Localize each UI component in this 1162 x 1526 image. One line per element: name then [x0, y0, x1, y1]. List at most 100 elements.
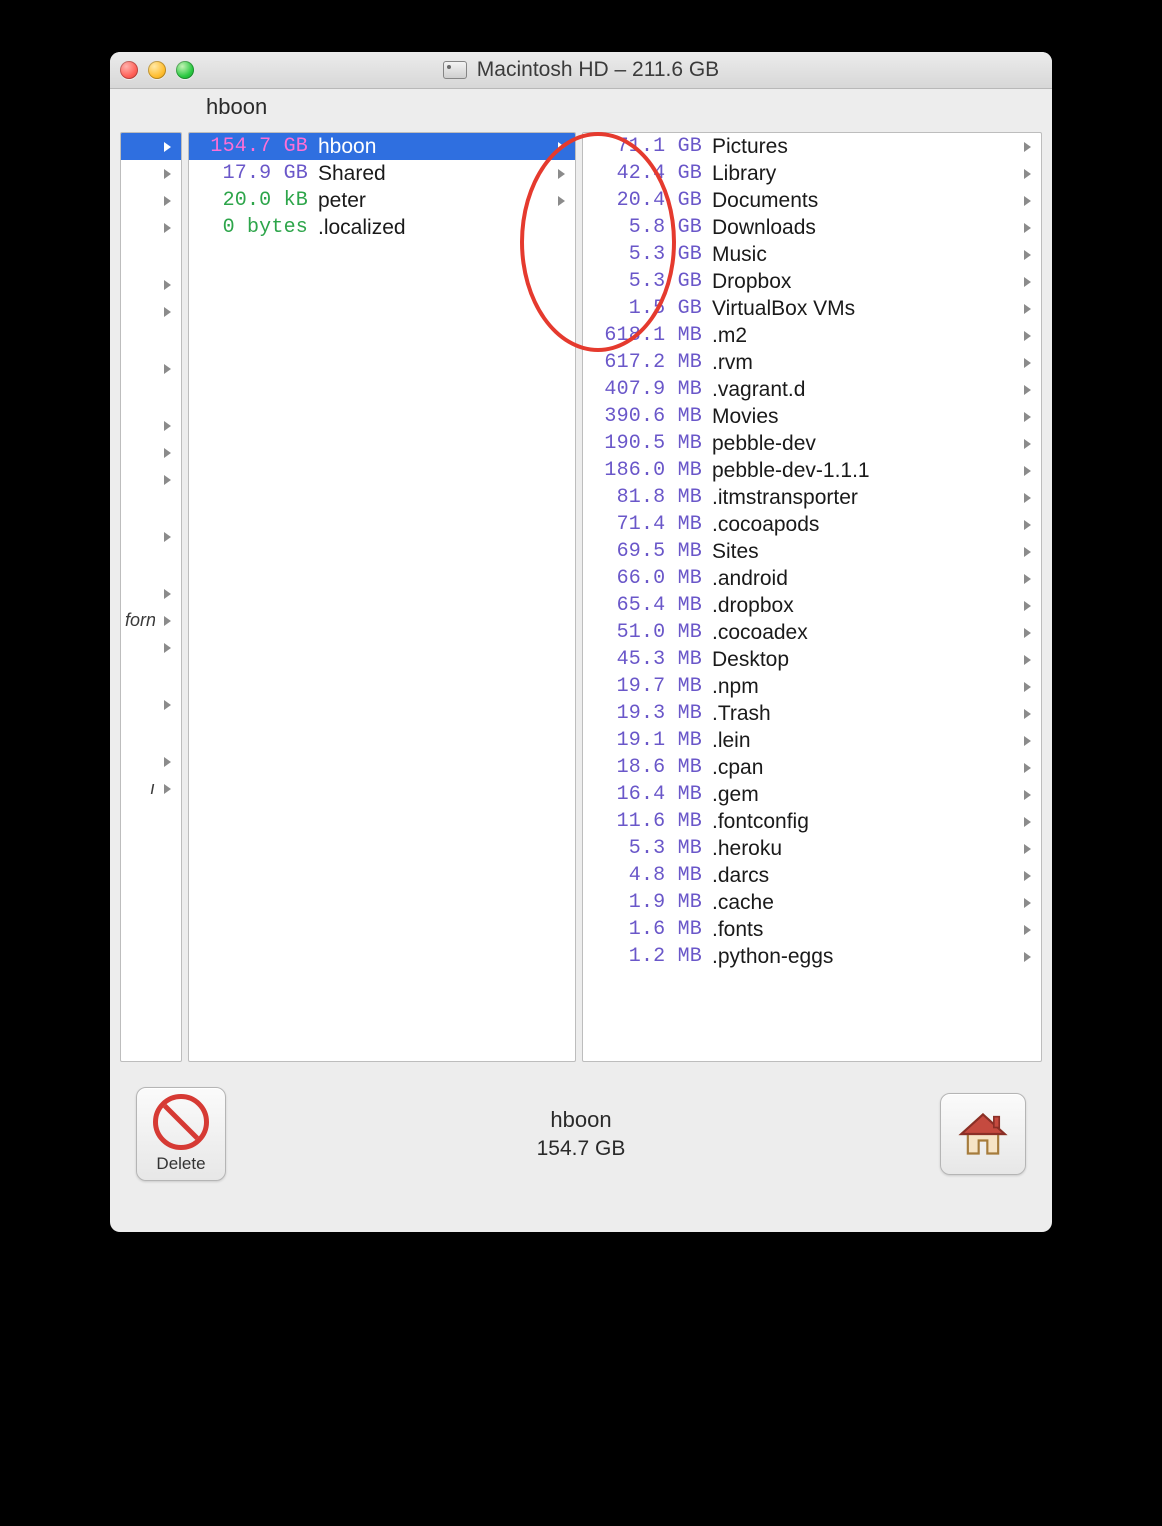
chevron-right-icon [1019, 924, 1035, 936]
list-item[interactable]: 16.4 MB.gem [583, 781, 1041, 808]
list-item[interactable]: 154.7 GBhboon [189, 133, 575, 160]
list-item[interactable]: 617.2 MB.rvm [583, 349, 1041, 376]
item-size: 617.2 MB [587, 351, 712, 374]
breadcrumb-bar: hboon [110, 89, 1052, 125]
item-name: .dropbox [712, 594, 1019, 618]
list-item[interactable]: 81.8 MB.itmstransporter [583, 484, 1041, 511]
list-item[interactable]: 71.4 MB.cocoapods [583, 511, 1041, 538]
list-item[interactable]: 18.6 MB.cpan [583, 754, 1041, 781]
parent-peek-row[interactable] [121, 634, 181, 661]
selection-summary: hboon 154.7 GB [110, 1107, 1052, 1161]
window-controls [120, 61, 194, 79]
item-name: Movies [712, 405, 1019, 429]
list-item[interactable]: 1.6 MB.fonts [583, 916, 1041, 943]
item-size: 1.2 MB [587, 945, 712, 968]
parent-peek-row[interactable] [121, 748, 181, 775]
item-size: 18.6 MB [587, 756, 712, 779]
item-name: .itmstransporter [712, 486, 1019, 510]
parent-peek-row[interactable]: ı [121, 775, 181, 802]
zoom-window-button[interactable] [176, 61, 194, 79]
parent-peek-row[interactable] [121, 691, 181, 718]
chevron-right-icon [159, 195, 175, 207]
column-parent-peek[interactable]: forn ı [120, 132, 182, 1062]
list-item[interactable]: 19.7 MB.npm [583, 673, 1041, 700]
parent-peek-row[interactable]: forn [121, 607, 181, 634]
chevron-right-icon [1019, 546, 1035, 558]
chevron-right-icon [159, 783, 175, 795]
minimize-window-button[interactable] [148, 61, 166, 79]
list-item[interactable]: 45.3 MBDesktop [583, 646, 1041, 673]
list-item[interactable]: 20.4 GBDocuments [583, 187, 1041, 214]
parent-peek-row[interactable] [121, 160, 181, 187]
list-item[interactable]: 5.3 MB.heroku [583, 835, 1041, 862]
list-item[interactable]: 66.0 MB.android [583, 565, 1041, 592]
list-item[interactable]: 190.5 MBpebble-dev [583, 430, 1041, 457]
chevron-right-icon [1019, 357, 1035, 369]
item-size: 17.9 GB [193, 162, 318, 185]
chevron-right-icon [1019, 222, 1035, 234]
parent-peek-row[interactable] [121, 271, 181, 298]
parent-peek-row[interactable] [121, 466, 181, 493]
list-item[interactable]: 1.5 GBVirtualBox VMs [583, 295, 1041, 322]
item-size: 390.6 MB [587, 405, 712, 428]
column-users[interactable]: 154.7 GBhboon17.9 GBShared20.0 kBpeter0 … [188, 132, 576, 1062]
parent-peek-row[interactable] [121, 214, 181, 241]
list-item[interactable]: 20.0 kBpeter [189, 187, 575, 214]
list-item[interactable]: 4.8 MB.darcs [583, 862, 1041, 889]
list-item[interactable]: 65.4 MB.dropbox [583, 592, 1041, 619]
item-name: .fontconfig [712, 810, 1019, 834]
chevron-right-icon [1019, 762, 1035, 774]
list-item[interactable]: 19.1 MB.lein [583, 727, 1041, 754]
list-item[interactable]: 5.3 GBDropbox [583, 268, 1041, 295]
parent-peek-text: ı [125, 778, 155, 799]
parent-peek-row[interactable] [121, 298, 181, 325]
list-item[interactable]: 19.3 MB.Trash [583, 700, 1041, 727]
item-size: 4.8 MB [587, 864, 712, 887]
list-item[interactable]: 186.0 MBpebble-dev-1.1.1 [583, 457, 1041, 484]
parent-peek-row[interactable] [121, 412, 181, 439]
list-item[interactable]: 5.3 GBMusic [583, 241, 1041, 268]
list-item[interactable]: 1.9 MB.cache [583, 889, 1041, 916]
close-window-button[interactable] [120, 61, 138, 79]
parent-peek-row[interactable] [121, 187, 181, 214]
list-item[interactable]: 407.9 MB.vagrant.d [583, 376, 1041, 403]
item-name: .cache [712, 891, 1019, 915]
parent-peek-row[interactable] [121, 355, 181, 382]
item-size: 20.4 GB [587, 189, 712, 212]
item-name: .gem [712, 783, 1019, 807]
item-name: .vagrant.d [712, 378, 1019, 402]
list-item[interactable]: 5.8 GBDownloads [583, 214, 1041, 241]
item-name: .darcs [712, 864, 1019, 888]
item-name: .m2 [712, 324, 1019, 348]
item-name: Library [712, 162, 1019, 186]
list-item[interactable]: 51.0 MB.cocoadex [583, 619, 1041, 646]
chevron-right-icon [1019, 843, 1035, 855]
chevron-right-icon [1019, 735, 1035, 747]
chevron-right-icon [1019, 870, 1035, 882]
item-size: 0 bytes [193, 216, 318, 239]
column-contents[interactable]: 71.1 GBPictures42.4 GBLibrary20.4 GBDocu… [582, 132, 1042, 1062]
list-item[interactable]: 390.6 MBMovies [583, 403, 1041, 430]
list-item[interactable]: 71.1 GBPictures [583, 133, 1041, 160]
app-window: Macintosh HD – 211.6 GB hboon fornı 154.… [110, 52, 1052, 1232]
list-item[interactable]: 0 bytes.localized [189, 214, 575, 241]
list-item[interactable]: 618.1 MB.m2 [583, 322, 1041, 349]
parent-peek-row[interactable] [121, 133, 181, 160]
home-button[interactable] [940, 1093, 1026, 1175]
list-item[interactable]: 69.5 MBSites [583, 538, 1041, 565]
parent-peek-row[interactable] [121, 523, 181, 550]
parent-peek-row[interactable] [121, 580, 181, 607]
chevron-right-icon [1019, 816, 1035, 828]
delete-button[interactable]: Delete [136, 1087, 226, 1181]
chevron-right-icon [159, 141, 175, 153]
item-size: 5.3 MB [587, 837, 712, 860]
list-item[interactable]: 17.9 GBShared [189, 160, 575, 187]
item-size: 66.0 MB [587, 567, 712, 590]
list-item[interactable]: 42.4 GBLibrary [583, 160, 1041, 187]
chevron-right-icon [553, 168, 569, 180]
list-item[interactable]: 11.6 MB.fontconfig [583, 808, 1041, 835]
parent-peek-row[interactable] [121, 439, 181, 466]
footer: Delete hboon 154.7 GB [110, 1054, 1052, 1232]
list-item[interactable]: 1.2 MB.python-eggs [583, 943, 1041, 970]
item-size: 65.4 MB [587, 594, 712, 617]
